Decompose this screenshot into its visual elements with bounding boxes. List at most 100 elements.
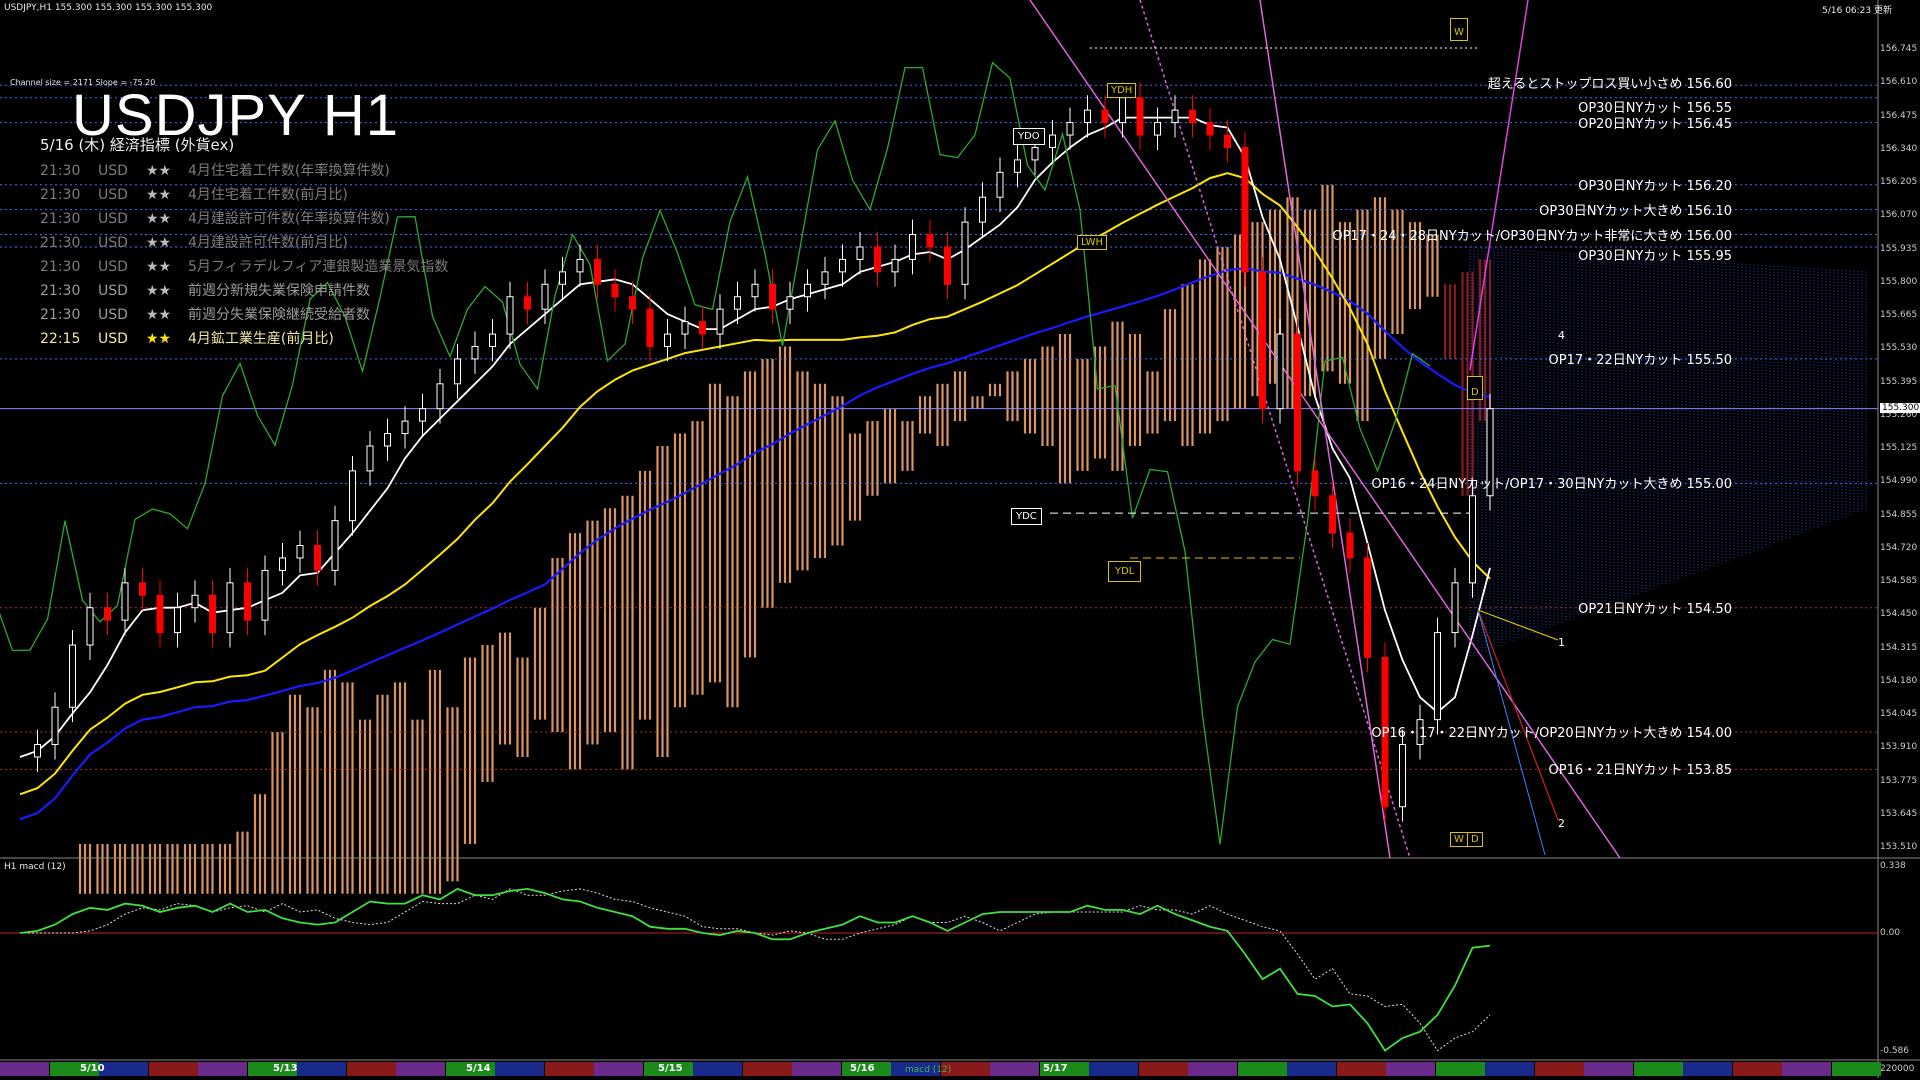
- candle-bear: [944, 246, 951, 285]
- candle-bull: [1031, 146, 1039, 161]
- candle-bull: [751, 283, 759, 298]
- econ-event-name: 4月住宅着工件数(年率換算件数): [188, 163, 390, 179]
- date-strip-cell: [198, 1062, 247, 1076]
- econ-event-time: 22:15: [40, 331, 81, 347]
- candle-bull: [1469, 495, 1476, 584]
- price-axis-tick: 153.775: [1880, 775, 1918, 786]
- price-axis-tick: 155.395: [1880, 376, 1918, 387]
- projection-line: [1469, 0, 1529, 371]
- ydc-box: YDC: [1011, 508, 1042, 525]
- econ-event-time: 21:30: [40, 211, 81, 227]
- candle-bull: [191, 594, 199, 609]
- econ-event-stars: ★★: [146, 283, 172, 299]
- candle-bear: [244, 582, 251, 621]
- candle-bull: [384, 433, 391, 447]
- candle-bull: [174, 607, 181, 634]
- candle-bull: [1119, 97, 1126, 124]
- date-strip-cell: [1336, 1062, 1386, 1076]
- econ-event-row: 21:30 USD ★★ 4月住宅着工件数(前月比): [40, 184, 348, 204]
- date-strip-cell: [346, 1062, 396, 1076]
- econ-event-time: 21:30: [40, 163, 81, 179]
- candle-bull: [471, 345, 479, 360]
- date-strip-cell: [742, 1062, 792, 1076]
- candle-bull: [576, 258, 584, 273]
- candle-bull: [541, 283, 549, 310]
- date-strip-cell: [693, 1062, 742, 1076]
- wave-2-line: [1477, 609, 1559, 821]
- candle-bear: [611, 283, 619, 298]
- price-axis-tick: 153.510: [1880, 842, 1918, 852]
- candle-bull: [909, 234, 916, 260]
- econ-event-time: 21:30: [40, 307, 81, 323]
- econ-event-time: 21:30: [40, 235, 81, 251]
- candle-bull: [86, 607, 94, 646]
- econ-event-currency: USD: [98, 259, 128, 275]
- price-axis-tick: 156.070: [1880, 210, 1918, 221]
- price-axis-tick: 156.745: [1880, 44, 1918, 54]
- candle-bear: [1206, 122, 1214, 136]
- price-axis-tick: 154.720: [1880, 542, 1918, 553]
- candle-bull: [1084, 109, 1091, 124]
- price-axis-tick: 154.990: [1880, 476, 1918, 487]
- price-axis-tick: 155.125: [1880, 443, 1918, 453]
- option-cut-label: OP21日NYカット 154.50: [1578, 601, 1732, 617]
- wave-label-1: 1: [1558, 636, 1565, 649]
- date-strip-cell: [1782, 1062, 1831, 1076]
- update-timestamp: 5/16 06:23 更新: [1822, 6, 1892, 16]
- price-axis-tick: 154.585: [1880, 576, 1918, 586]
- option-cut-label: OP30日NYカット 156.20: [1578, 178, 1732, 194]
- econ-event-name: 4月鉱工業生産(前月比): [188, 331, 334, 347]
- econ-event-currency: USD: [98, 187, 128, 203]
- candle-bull: [454, 358, 461, 385]
- price-axis-tick: 156.475: [1880, 110, 1918, 121]
- date-label: 5/15: [658, 1063, 683, 1074]
- candle-bull: [1276, 333, 1284, 410]
- econ-event-row: 21:30 USD ★★ 5月フィラデルフィア連銀製造業景気指数: [40, 256, 448, 276]
- candle-bull: [1066, 122, 1074, 136]
- candle-bear: [1259, 271, 1266, 410]
- candle-bull: [681, 321, 689, 335]
- date-strip-cell: [148, 1062, 198, 1076]
- econ-event-name: 4月建設許可件数(年率換算件数): [188, 211, 390, 227]
- date-strip-cell: [1831, 1062, 1881, 1076]
- price-axis-tick: 155.800: [1880, 276, 1918, 287]
- option-cut-label: OP30日NYカット 155.95: [1578, 248, 1732, 264]
- date-strip-cell: [1386, 1062, 1435, 1076]
- wave-label-4: 4: [1558, 329, 1565, 342]
- option-cut-label: OP16・21日NYカット 153.85: [1548, 763, 1732, 779]
- price-axis-tick: 156.205: [1880, 177, 1918, 187]
- price-axis-tick: 153.645: [1880, 808, 1918, 819]
- candle-bull: [1451, 582, 1459, 634]
- macd-tab[interactable]: macd (12): [905, 1065, 951, 1075]
- candle-bull: [34, 744, 41, 758]
- candle-bear: [1311, 470, 1319, 497]
- candle-bull: [1434, 632, 1441, 721]
- candle-bull: [559, 271, 566, 285]
- candle-bear: [594, 258, 601, 285]
- macd-main-line: [19, 887, 1491, 1052]
- price-axis-tick: 156.340: [1880, 143, 1918, 154]
- candle-bull: [856, 246, 864, 260]
- econ-event-currency: USD: [98, 307, 128, 323]
- candle-bull: [664, 333, 671, 347]
- macd-axis-top: 0.338: [1880, 861, 1906, 871]
- date-strip-cell: [544, 1062, 594, 1076]
- candle-bear: [1101, 109, 1109, 124]
- option-cut-label: OP16・24日NYカット/OP17・30日NYカット大きめ 155.00: [1371, 477, 1732, 493]
- candle-bull: [1049, 134, 1056, 148]
- date-strip-cell: [1089, 1062, 1138, 1076]
- econ-event-stars: ★★: [146, 187, 172, 203]
- candle-bull: [804, 283, 811, 298]
- candle-bear: [699, 321, 706, 335]
- candle-bear: [646, 308, 654, 347]
- option-cut-label: OP17・22日NYカット 155.50: [1548, 352, 1732, 368]
- price-axis-tick: 155.665: [1880, 310, 1918, 320]
- candle-bull: [1399, 744, 1406, 808]
- date-strip-cell: [1138, 1062, 1188, 1076]
- ydh-box: YDH: [1107, 83, 1137, 98]
- candle-bear: [629, 296, 636, 310]
- candle-bear: [769, 283, 776, 310]
- date-label: 5/13: [273, 1063, 298, 1074]
- candle-bear: [1241, 146, 1249, 273]
- option-cut-label: OP17・24・28日NYカット/OP30日NYカット非常に大きめ 156.00: [1332, 228, 1732, 244]
